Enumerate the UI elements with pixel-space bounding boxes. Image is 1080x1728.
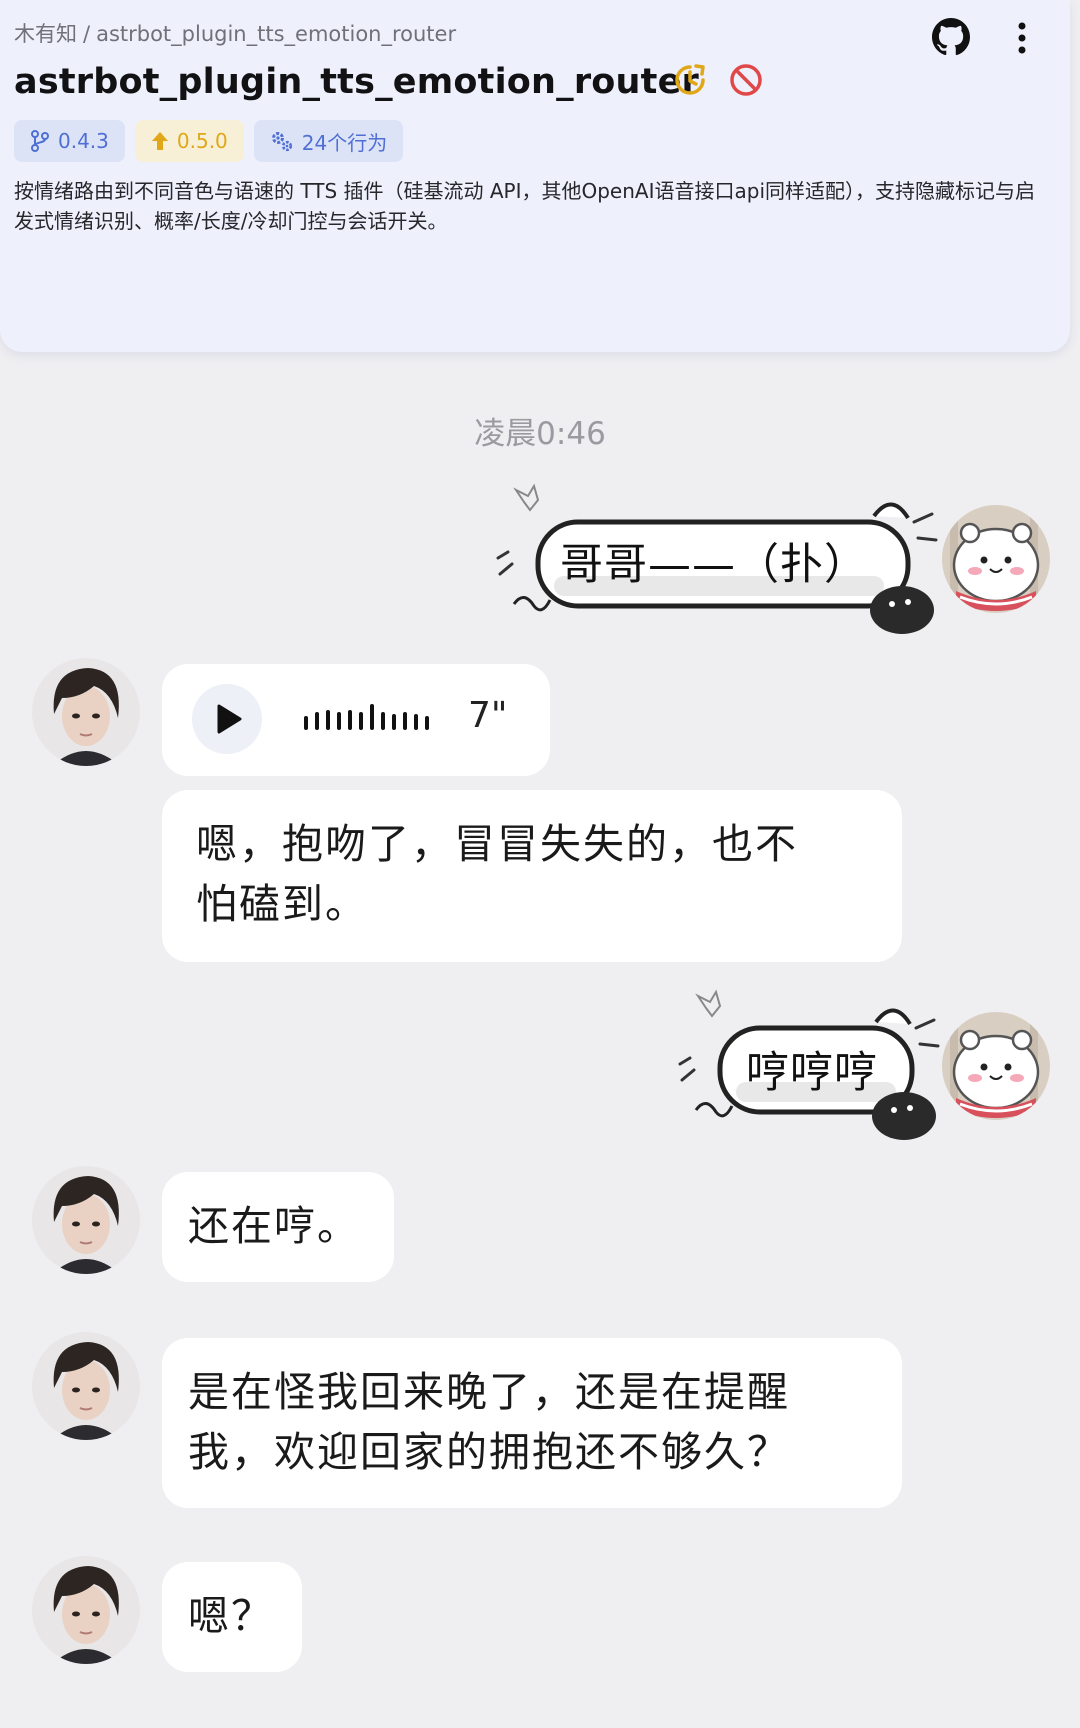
text-message[interactable]: 嗯，抱吻了，冒冒失失的，也不 怕磕到。: [162, 790, 902, 962]
message-line: 我，欢迎回家的拥抱还不够久？: [188, 1428, 790, 1476]
partner-avatar[interactable]: [32, 1332, 140, 1440]
plugin-chips: 0.4.3 0.5.0 24个行为: [14, 120, 404, 162]
behaviors-chip[interactable]: 24个行为: [253, 120, 404, 162]
plugin-card: 木有知 / astrbot_plugin_tts_emotion_router as…: [0, 0, 1070, 352]
arrow-up-icon: [151, 132, 168, 150]
chat-timestamp: 凌晨0:46: [474, 416, 606, 452]
version-chip[interactable]: 0.4.3: [14, 120, 125, 162]
repo-name[interactable]: astrbot_plugin_tts_emotion_router: [96, 22, 456, 46]
plugin-description: 按情绪路由到不同音色与语速的 TTS 插件（硅基流动 API，其他OpenAI语…: [14, 179, 1035, 233]
version-label: 0.4.3: [58, 129, 109, 153]
play-icon[interactable]: [192, 684, 262, 754]
disabled-icon[interactable]: [728, 62, 764, 98]
more-menu-icon[interactable]: [1010, 18, 1034, 58]
sticker-text: 哥哥——（扑）: [560, 540, 868, 590]
message-line: 还在哼。: [188, 1202, 360, 1250]
breadcrumb-separator: /: [83, 22, 91, 46]
update-available-icon[interactable]: [672, 62, 708, 98]
message-line: 怕磕到。: [196, 880, 368, 928]
partner-avatar[interactable]: [32, 1556, 140, 1664]
update-version-label: 0.5.0: [176, 129, 228, 153]
waveform-icon: [304, 704, 429, 730]
plugin-title: astrbot_plugin_tts_emotion_router: [14, 62, 699, 102]
update-version-chip[interactable]: 0.5.0: [134, 120, 244, 162]
voice-message[interactable]: 7": [162, 664, 550, 776]
text-message[interactable]: 还在哼。: [162, 1172, 394, 1282]
message-line: 是在怪我回来晚了，还是在提醒: [188, 1368, 790, 1416]
gears-icon: [271, 132, 292, 152]
breadcrumb: 木有知 / astrbot_plugin_tts_emotion_router: [14, 18, 456, 48]
behaviors-label: 24个行为: [301, 130, 388, 155]
self-avatar[interactable]: [942, 505, 1050, 613]
text-message[interactable]: 是在怪我回来晚了，还是在提醒 我，欢迎回家的拥抱还不够久？: [162, 1338, 902, 1508]
message-line: 嗯？: [188, 1592, 274, 1640]
author-name[interactable]: 木有知: [14, 22, 77, 46]
partner-avatar[interactable]: [32, 658, 140, 766]
message-line: 嗯，抱吻了，冒冒失失的，也不: [196, 820, 798, 868]
partner-avatar[interactable]: [32, 1166, 140, 1274]
voice-duration: 7": [468, 695, 508, 736]
self-avatar[interactable]: [942, 1012, 1050, 1120]
branch-icon: [31, 130, 49, 152]
github-icon[interactable]: [932, 18, 970, 56]
sticker-text: 哼哼哼: [746, 1048, 878, 1098]
text-message[interactable]: 嗯？: [162, 1562, 302, 1672]
